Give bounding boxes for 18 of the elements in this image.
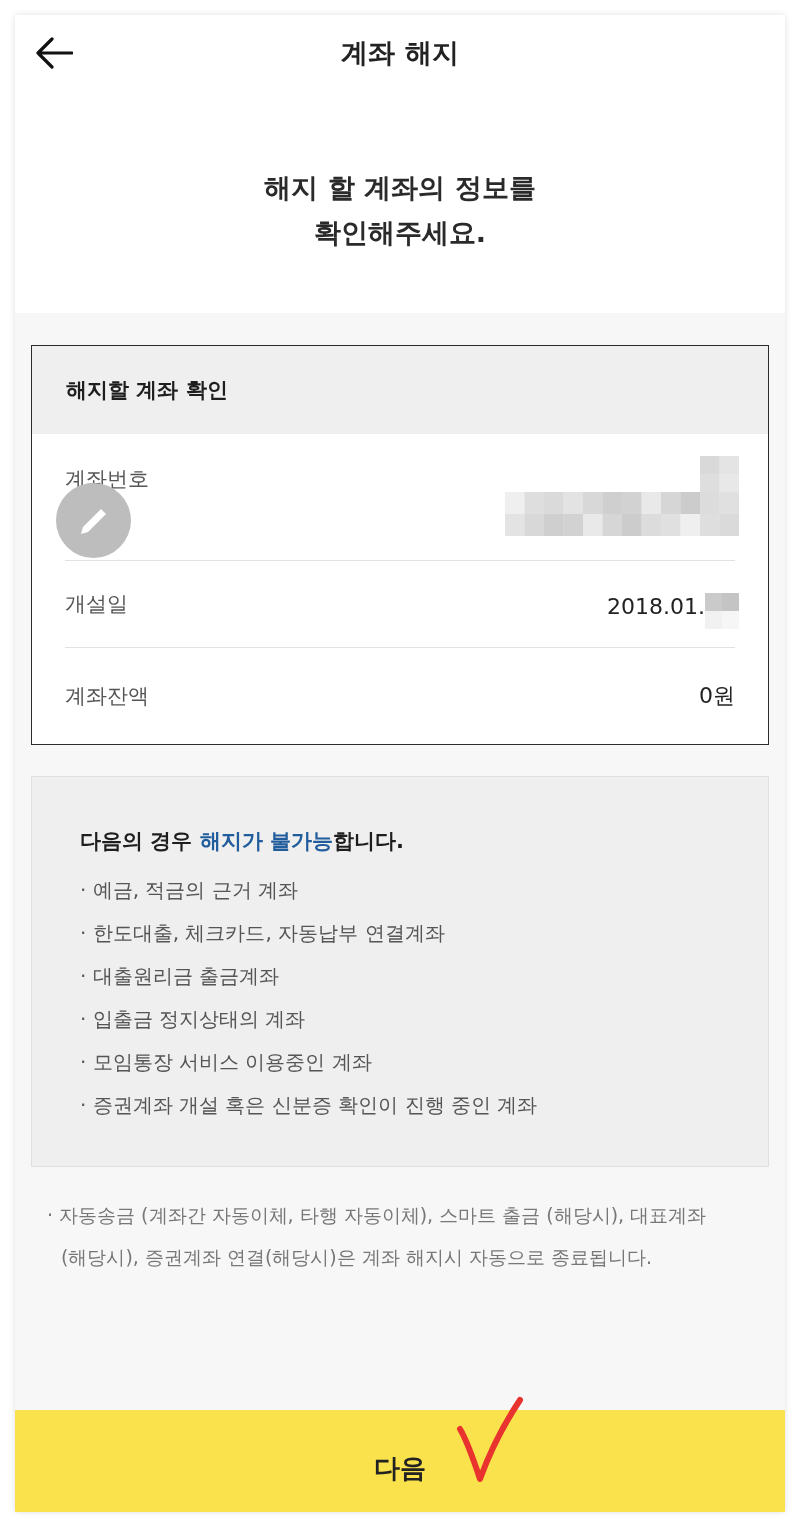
- field-label: 계좌잔액: [65, 683, 149, 710]
- card-title: 해지할 계좌 확인: [66, 377, 228, 404]
- field-value: 0원: [699, 682, 735, 710]
- notice-item: · 입출금 정지상태의 계좌: [80, 1006, 307, 1033]
- notice-item: · 한도대출, 체크카드, 자동납부 연결계좌: [80, 920, 446, 947]
- notice-heading: 다음의 경우 해지가 불가능합니다.: [80, 828, 405, 855]
- pixelated-mosaic: [705, 593, 739, 629]
- notice-item: · 증권계좌 개설 혹은 신분증 확인이 진행 중인 계좌: [80, 1092, 539, 1119]
- instruction-text: 해지 할 계좌의 정보를 확인해주세요.: [263, 171, 537, 250]
- field-label: 개설일: [65, 591, 128, 618]
- notice-item: · 예금, 적금의 근거 계좌: [80, 877, 300, 904]
- page-title: 계좌 해지: [341, 36, 459, 70]
- back-arrow-icon[interactable]: [35, 37, 73, 69]
- next-button[interactable]: 다음: [15, 1410, 785, 1512]
- field-value: 2018.01.: [607, 593, 705, 621]
- footnote-text: · 자동송금 (계좌간 자동이체, 타행 자동이체), 스마트 출금 (해당시), 대표계좌 (해당시), 증권계좌 연결(해당시)은 계좌 해지시 자동으로 종료됩니다.: [47, 1203, 708, 1270]
- notice-item: · 대출원리금 출금계좌: [80, 963, 281, 990]
- notice-item: · 모임통장 서비스 이용중인 계좌: [80, 1049, 373, 1076]
